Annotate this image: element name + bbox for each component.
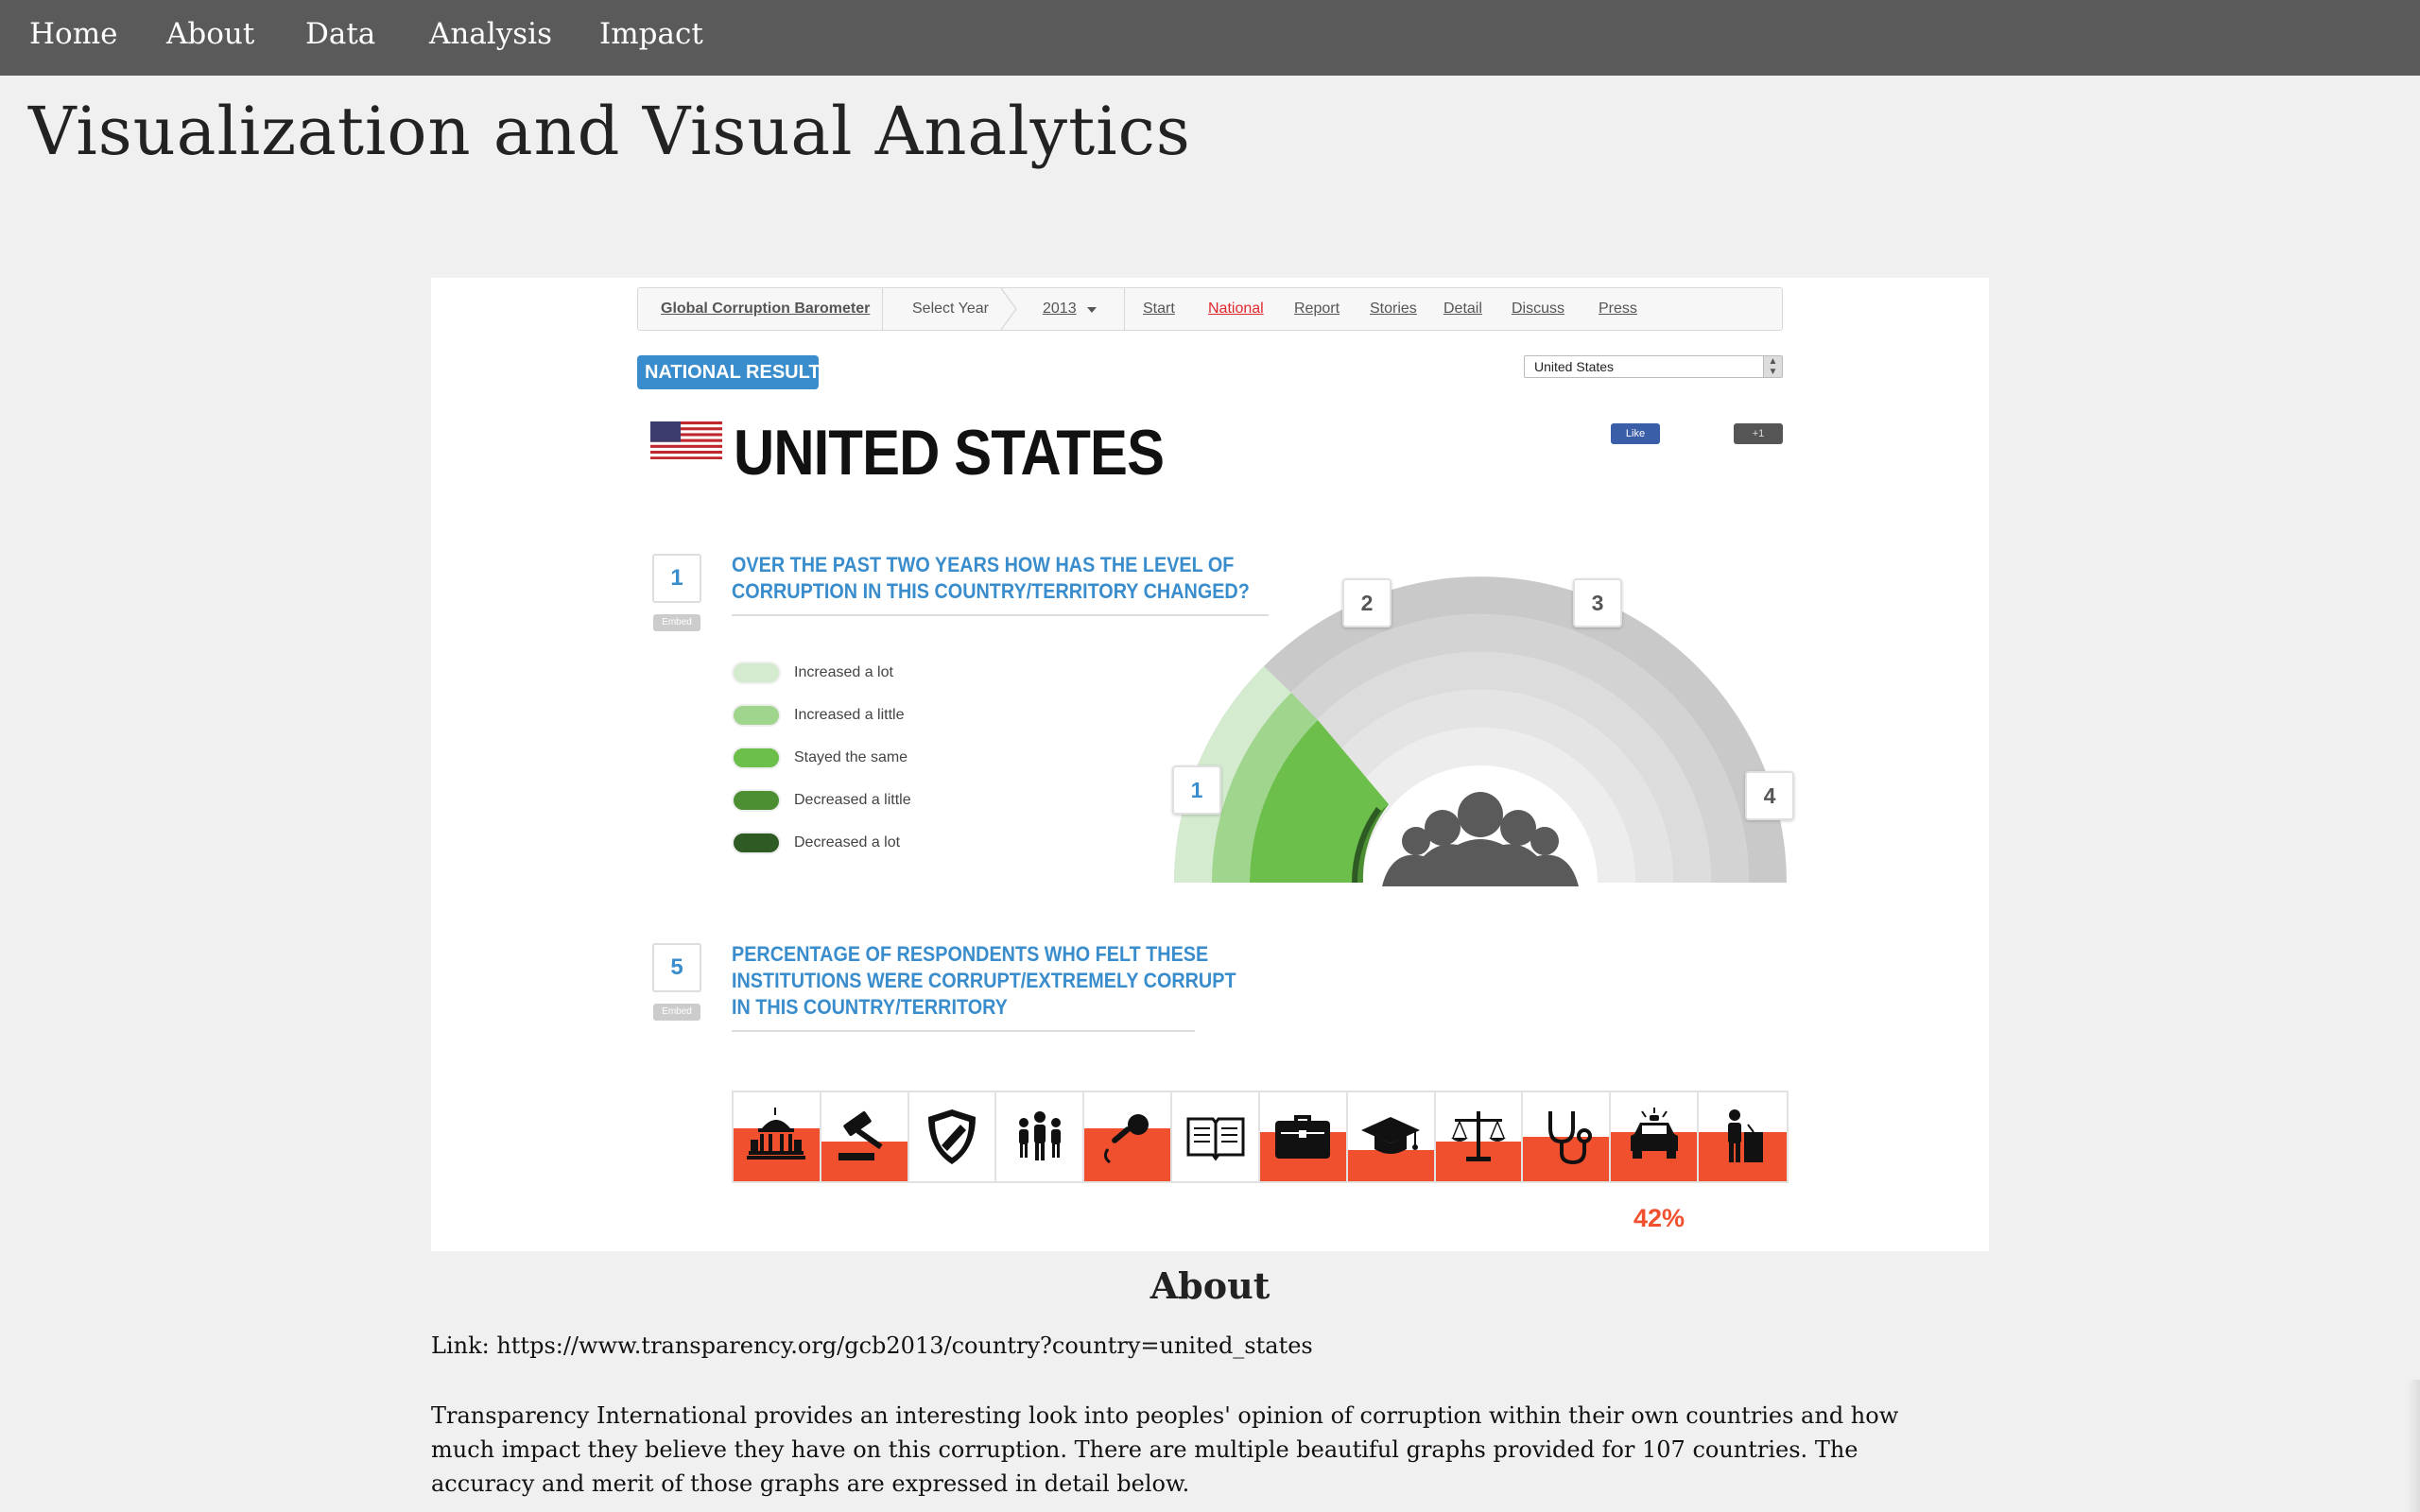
tab-press[interactable]: Press [1599, 301, 1637, 318]
tab-start[interactable]: Start [1143, 301, 1175, 318]
corruption-change-semicircle-chart [1174, 576, 1787, 886]
parliament-icon [747, 1108, 806, 1160]
country-select[interactable]: United States ▲ ▼ [1524, 355, 1783, 378]
legend-swatch [732, 747, 781, 769]
chart-marker-1: 1 [1172, 765, 1221, 815]
legend-label: Decreased a little [794, 792, 911, 808]
institution-universities[interactable] [1347, 1092, 1436, 1181]
us-flag-icon [650, 421, 722, 459]
legend-label: Decreased a lot [794, 834, 901, 850]
gcb-brand-link[interactable]: Global Corruption Barometer [661, 301, 870, 318]
chart-marker-1-label: 1 [1190, 778, 1203, 802]
institution-media[interactable] [1084, 1092, 1173, 1181]
toolbar-divider [882, 288, 883, 330]
question-5-number: 5 [652, 943, 701, 992]
book-icon [1186, 1117, 1245, 1161]
institutions-row [732, 1091, 1789, 1183]
gavel-icon [838, 1111, 883, 1160]
nav-data[interactable]: Data [305, 17, 375, 51]
embed-button[interactable]: Embed [653, 1004, 700, 1021]
chart-marker-2: 2 [1342, 578, 1392, 627]
stethoscope-icon [1547, 1111, 1592, 1165]
question-5-line-2: INSTITUTIONS WERE CORRUPT/EXTREMELY CORR… [732, 969, 1236, 992]
source-link[interactable]: Link: https://www.transparency.org/gcb20… [431, 1332, 1313, 1359]
question-5-line-1: PERCENTAGE OF RESPONDENTS WHO FELT THESE [732, 942, 1209, 966]
legend-swatch [732, 832, 781, 854]
caret-down-icon [1087, 307, 1097, 313]
speaker-podium-icon [1727, 1109, 1763, 1162]
microphone-icon [1103, 1114, 1149, 1164]
institution-military[interactable] [908, 1092, 997, 1181]
top-nav: Home About Data Analysis Impact [0, 0, 2420, 76]
embed-button[interactable]: Embed [653, 614, 700, 631]
legend-label: Stayed the same [794, 749, 908, 765]
like-button[interactable]: Like [1611, 423, 1660, 444]
nav-analysis[interactable]: Analysis [429, 17, 552, 51]
legend-swatch [732, 789, 781, 812]
tab-report[interactable]: Report [1294, 301, 1340, 318]
select-arrows-icon: ▲ ▼ [1763, 356, 1782, 377]
plus-one-button[interactable]: +1 [1734, 423, 1783, 444]
people-group-icon [1382, 792, 1579, 886]
question-1-number: 1 [652, 554, 701, 603]
tab-discuss[interactable]: Discuss [1512, 301, 1564, 318]
page-title: Visualization and Visual Analytics [28, 93, 1191, 170]
institution-medical[interactable] [1523, 1092, 1612, 1181]
embedded-screenshot: Global Corruption Barometer Select Year … [431, 278, 1989, 1251]
institution-ngos[interactable] [996, 1092, 1085, 1181]
institution-public-officials[interactable] [1699, 1092, 1787, 1181]
briefcase-icon [1275, 1115, 1331, 1159]
scales-icon [1451, 1111, 1507, 1161]
graduation-cap-icon [1361, 1117, 1421, 1154]
breadcrumb-arrow-icon [1000, 288, 1017, 330]
year-dropdown[interactable]: 2013 [1043, 301, 1077, 318]
people-icon [1018, 1111, 1061, 1160]
nav-impact[interactable]: Impact [599, 17, 703, 51]
institution-education[interactable] [1172, 1092, 1260, 1181]
police-car-icon [1630, 1108, 1678, 1159]
question-5-rule [732, 1030, 1195, 1032]
institution-judiciary[interactable] [821, 1092, 909, 1181]
chart-marker-4: 4 [1745, 771, 1794, 820]
gcb-toolbar: Global Corruption Barometer Select Year … [637, 287, 1783, 331]
about-heading: About [1150, 1264, 1270, 1307]
about-paragraph: Transparency International provides an i… [431, 1402, 1899, 1497]
national-results-badge: NATIONAL RESULTS [637, 355, 833, 389]
country-name: UNITED STATES [734, 417, 1165, 489]
country-select-value: United States [1534, 359, 1615, 374]
tab-stories[interactable]: Stories [1370, 301, 1417, 318]
legend-label: Increased a lot [794, 664, 893, 680]
shield-icon [928, 1109, 977, 1164]
institution-legal-system[interactable] [1435, 1092, 1524, 1181]
question-5-text: PERCENTAGE OF RESPONDENTS WHO FELT THESE… [732, 941, 1236, 1021]
select-year-label: Select Year [912, 301, 989, 317]
question-5-line-3: IN THIS COUNTRY/TERRITORY [732, 995, 1008, 1019]
chart-marker-3: 3 [1573, 578, 1622, 627]
tab-national[interactable]: National [1208, 301, 1264, 318]
tab-detail[interactable]: Detail [1443, 301, 1482, 318]
institution-business[interactable] [1259, 1092, 1348, 1181]
highlight-percentage: 42% [1634, 1204, 1685, 1232]
toolbar-divider [1124, 288, 1125, 330]
institution-parliament[interactable] [734, 1092, 821, 1181]
scrollbar-shadow [2407, 1380, 2420, 1512]
nav-home[interactable]: Home [29, 17, 117, 51]
nav-about[interactable]: About [166, 17, 254, 51]
legend-swatch [732, 704, 781, 727]
institution-police[interactable] [1611, 1092, 1700, 1181]
legend-label: Increased a little [794, 707, 905, 723]
legend-swatch [732, 662, 781, 684]
